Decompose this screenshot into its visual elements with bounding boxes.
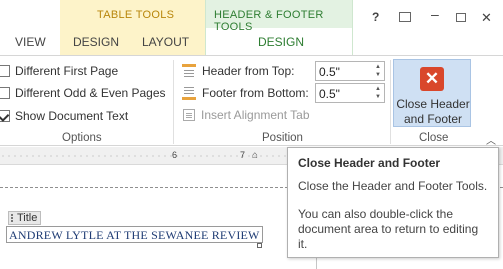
position-group-label: Position [262, 132, 303, 144]
footer-from-bottom-value[interactable]: 0.5" [319, 87, 340, 101]
close-header-footer-label: Close Header and Footer [396, 97, 470, 126]
tab-header-footer-design[interactable]: DESIGN [258, 35, 304, 49]
insert-alignment-tab-button[interactable]: Insert Alignment Tab [183, 108, 310, 122]
footer-from-bottom-input[interactable]: 0.5" ▲ ▼ [315, 83, 385, 103]
minimize-button[interactable]: – [431, 6, 439, 22]
footer-from-bottom-row: Footer from Bottom: [182, 83, 309, 103]
spin-down-icon[interactable]: ▼ [373, 93, 383, 101]
resize-handle[interactable] [257, 243, 262, 248]
header-footer-tools-title: HEADER & FOOTER TOOLS [214, 9, 324, 33]
restore-icon[interactable] [456, 13, 466, 22]
tooltip-description: Close the Header and Footer Tools. [298, 179, 488, 193]
header-from-top-label: Header from Top: [202, 64, 295, 78]
footer-from-bottom-label: Footer from Bottom: [202, 86, 309, 100]
show-document-text-label: Show Document Text [15, 109, 129, 123]
spin-up-icon[interactable]: ▲ [373, 85, 383, 93]
ruler-tab-marker-icon[interactable]: ⌂ [252, 150, 258, 161]
ribbon-tab-strip: TABLE TOOLS HEADER & FOOTER TOOLS VIEW D… [0, 0, 503, 55]
tab-view[interactable]: VIEW [15, 35, 46, 49]
ruler-number: 7 [240, 150, 246, 160]
different-first-page-label: Different First Page [15, 64, 119, 78]
header-from-top-input[interactable]: 0.5" ▲ ▼ [315, 61, 385, 81]
different-odd-even-checkbox[interactable] [0, 87, 10, 99]
ruler-ticks [0, 155, 290, 157]
option-show-document-text[interactable]: Show Document Text [0, 107, 128, 125]
close-group-label: Close [419, 132, 449, 144]
tooltip-extra-text: You can also double-click the document a… [298, 207, 479, 251]
table-tools-title: TABLE TOOLS [97, 9, 175, 21]
spin-up-icon[interactable]: ▲ [373, 63, 383, 71]
tooltip-title: Close Header and Footer [298, 156, 441, 170]
title-content-control[interactable]: ANDREW LYTLE AT THE SEWANEE REVIEW [6, 226, 263, 243]
footer-position-icon [182, 86, 196, 100]
spin-down-icon[interactable]: ▼ [373, 71, 383, 79]
tab-table-design[interactable]: DESIGN [73, 35, 119, 49]
header-position-icon [182, 64, 196, 78]
different-first-page-checkbox[interactable] [0, 65, 10, 77]
window-close-button[interactable]: ✕ [481, 10, 492, 26]
tab-table-layout[interactable]: LAYOUT [142, 35, 189, 49]
collapse-ribbon-icon[interactable]: ︿ [486, 132, 496, 147]
ribbon-display-options-icon[interactable] [399, 12, 411, 22]
tooltip: Close Header and Footer Close the Header… [287, 147, 499, 258]
header-from-top-value[interactable]: 0.5" [319, 65, 340, 79]
option-different-odd-even[interactable]: Different Odd & Even Pages [0, 84, 166, 102]
close-header-footer-button[interactable]: ✕ Close Header and Footer [393, 59, 471, 127]
group-divider [173, 60, 174, 144]
alignment-tab-icon [183, 109, 195, 121]
ribbon-body: Different First Page Different Odd & Eve… [0, 55, 503, 147]
ruler-number: 6 [172, 150, 178, 160]
header-from-top-row: Header from Top: [182, 61, 295, 81]
show-document-text-checkbox[interactable] [0, 110, 10, 122]
option-different-first-page[interactable]: Different First Page [0, 62, 118, 80]
options-group-label: Options [62, 132, 102, 144]
different-odd-even-label: Different Odd & Even Pages [15, 86, 166, 100]
title-content-control-tag[interactable]: Title [8, 211, 42, 225]
insert-alignment-tab-label: Insert Alignment Tab [201, 108, 310, 122]
close-icon: ✕ [420, 67, 444, 91]
help-button[interactable]: ? [372, 10, 379, 24]
group-divider [390, 60, 391, 144]
